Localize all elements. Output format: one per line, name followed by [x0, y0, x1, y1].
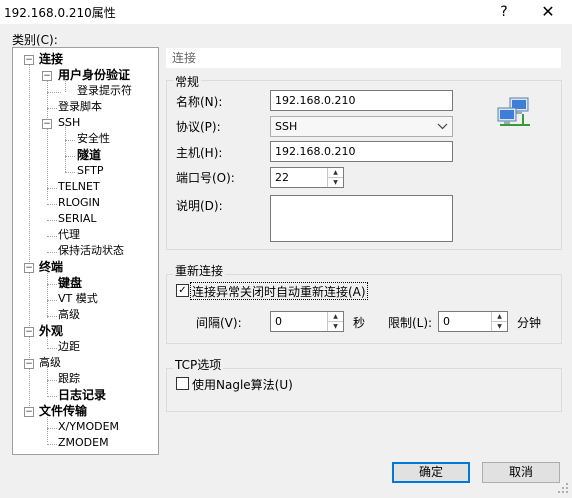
name-field[interactable]: 192.168.0.210 — [270, 90, 453, 111]
limit-spin-buttons: ▲ ▼ — [491, 312, 507, 331]
tree-item-login-script[interactable]: 登录脚本 — [58, 100, 102, 114]
tree-item-connection[interactable]: 连接 — [39, 52, 63, 66]
limit-unit: 分钟 — [517, 316, 542, 330]
resize-grip-icon[interactable] — [556, 481, 570, 495]
port-spin-buttons: ▲ ▼ — [327, 168, 343, 187]
interval-stepper[interactable]: 0 ▲ ▼ — [270, 311, 344, 332]
description-label: 说明(D): — [176, 199, 223, 213]
check-icon: ✓ — [178, 285, 187, 296]
window-title: 192.168.0.210属性 — [4, 6, 116, 20]
host-label: 主机(H): — [176, 146, 223, 160]
interval-spin-buttons: ▲ ▼ — [327, 312, 343, 331]
limit-label: 限制(L): — [388, 316, 433, 330]
category-label: 类别(C): — [12, 33, 58, 47]
category-tree[interactable]: − − − − − − − 连接 用户身份验证 登录提示符 登录脚本 SSH 安… — [12, 47, 159, 455]
port-label: 端口号(O): — [176, 171, 235, 185]
interval-label: 间隔(V): — [196, 316, 242, 330]
chevron-down-icon — [437, 117, 448, 143]
spin-up-icon[interactable]: ▲ — [328, 312, 343, 322]
title-bar: 192.168.0.210属性 ? ✕ — [0, 0, 572, 24]
auto-reconnect-label[interactable]: 连接异常关闭时自动重新连接(A) — [192, 283, 366, 300]
tree-item-xymodem[interactable]: X/YMODEM — [58, 420, 119, 434]
tree-item-trace[interactable]: 跟踪 — [58, 372, 80, 386]
tree-item-logging[interactable]: 日志记录 — [58, 388, 106, 402]
nagle-checkbox[interactable] — [176, 377, 189, 390]
tree-item-proxy[interactable]: 代理 — [58, 228, 80, 242]
interval-unit: 秒 — [353, 316, 366, 330]
expander-connection-icon: − — [24, 55, 34, 65]
panel-header: 连接 — [166, 48, 561, 68]
protocol-select-value: SSH — [275, 120, 298, 133]
tree-item-rlogin[interactable]: RLOGIN — [58, 196, 100, 210]
tree-item-keepalive[interactable]: 保持活动状态 — [58, 244, 124, 258]
tree-item-telnet[interactable]: TELNET — [58, 180, 100, 194]
tree-item-serial[interactable]: SERIAL — [58, 212, 96, 226]
tree-item-terminal-advanced[interactable]: 高级 — [58, 308, 80, 322]
network-computers-icon — [496, 96, 532, 130]
tree-item-appearance[interactable]: 外观 — [39, 324, 63, 338]
expander-filetransfer-icon: − — [24, 407, 34, 417]
reconnect-group-title: 重新连接 — [173, 262, 226, 279]
expander-terminal-icon: − — [24, 263, 34, 273]
tree-item-vt-mode[interactable]: VT 模式 — [58, 292, 98, 306]
cancel-button[interactable]: 取消 — [482, 462, 560, 483]
auto-reconnect-checkbox[interactable]: ✓ — [176, 284, 189, 297]
spin-down-icon[interactable]: ▼ — [328, 178, 343, 187]
protocol-select[interactable]: SSH — [270, 116, 453, 137]
expander-advanced-icon: − — [24, 359, 34, 369]
tree-item-ssh[interactable]: SSH — [58, 116, 80, 130]
tree-item-user-auth[interactable]: 用户身份验证 — [58, 68, 130, 82]
tree-item-security[interactable]: 安全性 — [77, 132, 110, 146]
port-value: 22 — [275, 171, 289, 184]
spin-up-icon[interactable]: ▲ — [492, 312, 507, 322]
tree-item-file-transfer[interactable]: 文件传输 — [39, 404, 87, 418]
nagle-label[interactable]: 使用Nagle算法(U) — [192, 376, 293, 393]
tree-item-margin[interactable]: 边距 — [58, 340, 80, 354]
ok-button[interactable]: 确定 — [392, 462, 470, 483]
protocol-label: 协议(P): — [176, 120, 221, 134]
limit-stepper[interactable]: 0 ▲ ▼ — [438, 311, 508, 332]
general-group-title: 常规 — [173, 73, 202, 90]
tree-item-keyboard[interactable]: 键盘 — [58, 276, 82, 290]
host-field[interactable]: 192.168.0.210 — [270, 141, 453, 162]
limit-value: 0 — [443, 315, 450, 328]
name-label: 名称(N): — [176, 95, 223, 109]
tree-item-terminal[interactable]: 终端 — [39, 260, 63, 274]
expander-ssh-icon: − — [42, 119, 52, 129]
spin-down-icon[interactable]: ▼ — [492, 322, 507, 331]
tcp-group-title: TCP选项 — [173, 356, 224, 373]
spin-down-icon[interactable]: ▼ — [328, 322, 343, 331]
tree-item-advanced[interactable]: 高级 — [39, 356, 61, 370]
interval-value: 0 — [275, 315, 282, 328]
expander-appearance-icon: − — [24, 327, 34, 337]
tree-item-login-prompt[interactable]: 登录提示符 — [77, 84, 132, 98]
close-icon[interactable]: ✕ — [531, 1, 565, 23]
tree-item-zmodem[interactable]: ZMODEM — [58, 436, 109, 450]
spin-up-icon[interactable]: ▲ — [328, 168, 343, 178]
tree-item-sftp[interactable]: SFTP — [77, 164, 103, 178]
port-stepper[interactable]: 22 ▲ ▼ — [270, 167, 344, 188]
tree-item-tunnel[interactable]: 隧道 — [77, 148, 101, 162]
description-field[interactable] — [270, 195, 453, 242]
help-icon[interactable]: ? — [487, 1, 521, 23]
expander-auth-icon: − — [42, 71, 52, 81]
